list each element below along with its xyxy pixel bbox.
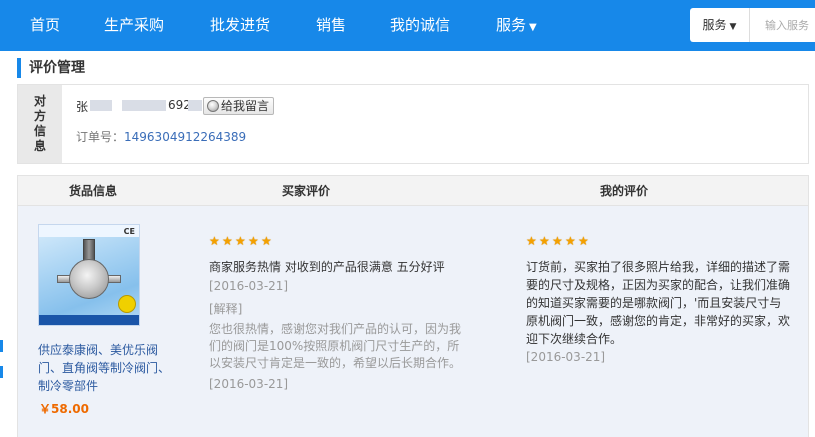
ce-mark: CE <box>123 227 135 236</box>
buyer-rating-stars: ★ ★ ★ ★ ★ <box>209 234 274 248</box>
counterpart-label: 对方信息 <box>18 85 62 163</box>
nav-sales[interactable]: 销售 <box>316 0 346 51</box>
leave-message-button[interactable]: 给我留言 <box>203 97 275 115</box>
my-review-text: 订货前，买家拍了很多照片给我，详细的描述了需要的尺寸及规格，正因为买家的配合，让… <box>526 260 791 346</box>
star-icon: ★ <box>552 234 563 248</box>
review-table: 货品信息 买家评价 我的评价 CE 供应泰康阀、美优乐阀门、直角阀等制冷阀门、制… <box>17 175 809 437</box>
buyer-review-text: 商家服务热情 对收到的产品很满意 五分好评 <box>209 260 445 274</box>
top-navigation: 首页 生产采购 批发进货 销售 我的诚信 服务 ▼ 服务 ▼ <box>0 0 815 51</box>
column-header-buyer-review: 买家评价 <box>282 184 331 198</box>
order-number-line: 订单号：1496304912264389 <box>76 128 246 145</box>
counterpart-name: 张 <box>76 100 89 114</box>
redacted-mask <box>188 100 202 111</box>
nav-wholesale[interactable]: 批发进货 <box>210 0 270 51</box>
page-title: 评价管理 <box>17 58 85 78</box>
star-icon: ★ <box>209 234 220 248</box>
star-icon: ★ <box>235 234 246 248</box>
star-icon: ★ <box>248 234 259 248</box>
valve-body-icon <box>69 259 109 299</box>
star-icon: ★ <box>565 234 576 248</box>
star-icon: ★ <box>222 234 233 248</box>
nav-home[interactable]: 首页 <box>30 0 60 51</box>
product-image-footer <box>39 315 139 325</box>
order-label: 订单号： <box>76 130 125 144</box>
my-review-date: [2016-03-21] <box>526 350 606 364</box>
search-type-select[interactable]: 服务 ▼ <box>690 8 750 42</box>
search-type-label: 服务 <box>702 18 727 32</box>
redacted-mask <box>122 100 166 111</box>
column-header-product: 货品信息 <box>69 184 118 198</box>
search-input[interactable] <box>751 8 815 42</box>
my-rating-stars: ★ ★ ★ ★ ★ <box>526 234 591 248</box>
star-icon: ★ <box>539 234 550 248</box>
seller-explanation-date: [2016-03-21] <box>209 377 289 391</box>
product-name-link[interactable]: 供应泰康阀、美优乐阀门、直角阀等制冷阀门、制冷零部件 <box>38 341 178 395</box>
buyer-review-date: [2016-03-21] <box>209 279 289 293</box>
counterpart-panel: 对方信息 张 6921 给我留言 订单号：1496304912264389 <box>17 84 809 164</box>
caret-down-icon: ▼ <box>529 22 537 33</box>
seller-explanation-text: 您也很热情，感谢您对我们产品的认可，因为我们的阀门是100%按照原机阀门尺寸生产… <box>209 322 462 370</box>
star-icon: ★ <box>578 234 589 248</box>
chat-face-icon <box>207 100 219 112</box>
nav-my-credit[interactable]: 我的诚信 <box>390 0 450 51</box>
edge-marker <box>0 340 3 352</box>
nav-production-purchase[interactable]: 生产采购 <box>104 0 164 51</box>
explain-label: [解释] <box>209 302 243 316</box>
redacted-mask <box>90 100 112 111</box>
edge-marker <box>0 366 3 378</box>
star-icon: ★ <box>261 234 272 248</box>
order-number: 1496304912264389 <box>124 130 247 144</box>
leave-message-label: 给我留言 <box>221 99 270 113</box>
review-table-header: 货品信息 买家评价 我的评价 <box>18 176 808 206</box>
quality-badge-icon <box>118 295 136 313</box>
product-price: ￥58.00 <box>39 402 89 416</box>
column-header-my-review: 我的评价 <box>600 184 649 198</box>
nav-services-label: 服务 <box>496 16 527 34</box>
counterpart-label-text: 对方信息 <box>33 94 46 153</box>
search-box: 服务 ▼ <box>690 8 815 42</box>
product-image[interactable]: CE <box>38 224 140 326</box>
nav-services[interactable]: 服务 ▼ <box>496 0 537 51</box>
star-icon: ★ <box>526 234 537 248</box>
caret-down-icon: ▼ <box>729 22 737 32</box>
